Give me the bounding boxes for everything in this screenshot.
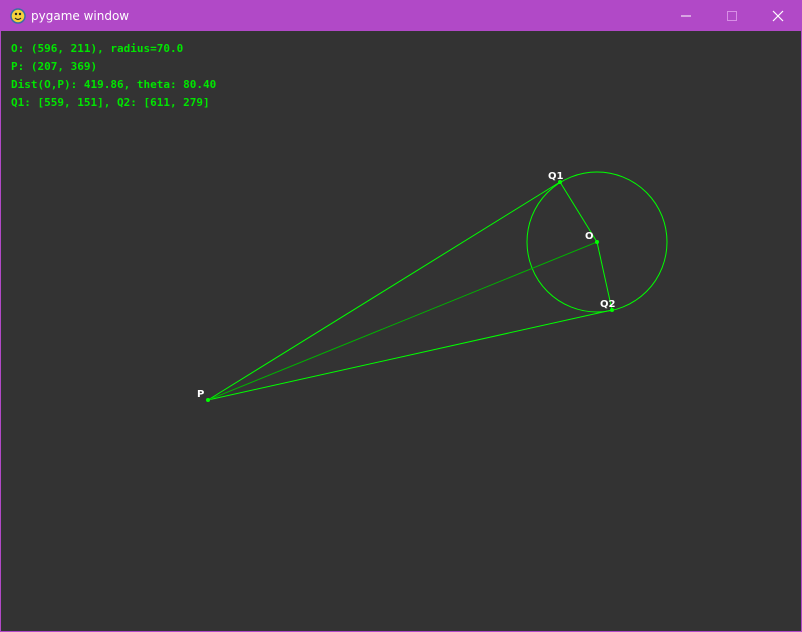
label-p: P — [197, 389, 204, 400]
point-p[interactable] — [206, 398, 210, 402]
info-line-tangents: Q1: [559, 151], Q2: [611, 279] — [11, 96, 210, 109]
center-line-p-o — [207, 241, 598, 401]
pygame-window: pygame window O P Q1 Q2 O: (596, 211), r… — [0, 0, 802, 632]
pygame-snake-icon — [10, 8, 26, 24]
close-icon — [772, 10, 784, 22]
info-overlay: O: (596, 211), radius=70.0 P: (207, 369)… — [11, 40, 216, 112]
maximize-button[interactable] — [709, 1, 755, 31]
drawing-canvas[interactable]: O P Q1 Q2 — [1, 31, 801, 631]
info-line-distance: Dist(O,P): 419.86, theta: 80.40 — [11, 78, 217, 91]
info-line-point: P: (207, 369) — [11, 60, 98, 73]
tangent-line-p-q1 — [207, 181, 561, 401]
close-button[interactable] — [755, 1, 801, 31]
label-q1: Q1 — [548, 171, 564, 182]
window-title: pygame window — [31, 9, 130, 23]
info-line-circle: O: (596, 211), radius=70.0 — [11, 42, 184, 55]
tangent-line-p-q2 — [207, 309, 613, 401]
minimize-icon — [681, 15, 691, 17]
label-q2: Q2 — [600, 299, 616, 310]
label-o: O — [585, 231, 594, 242]
minimize-button[interactable] — [663, 1, 709, 31]
title-bar[interactable]: pygame window — [1, 1, 801, 31]
point-o[interactable] — [595, 240, 599, 244]
maximize-icon — [727, 11, 737, 21]
